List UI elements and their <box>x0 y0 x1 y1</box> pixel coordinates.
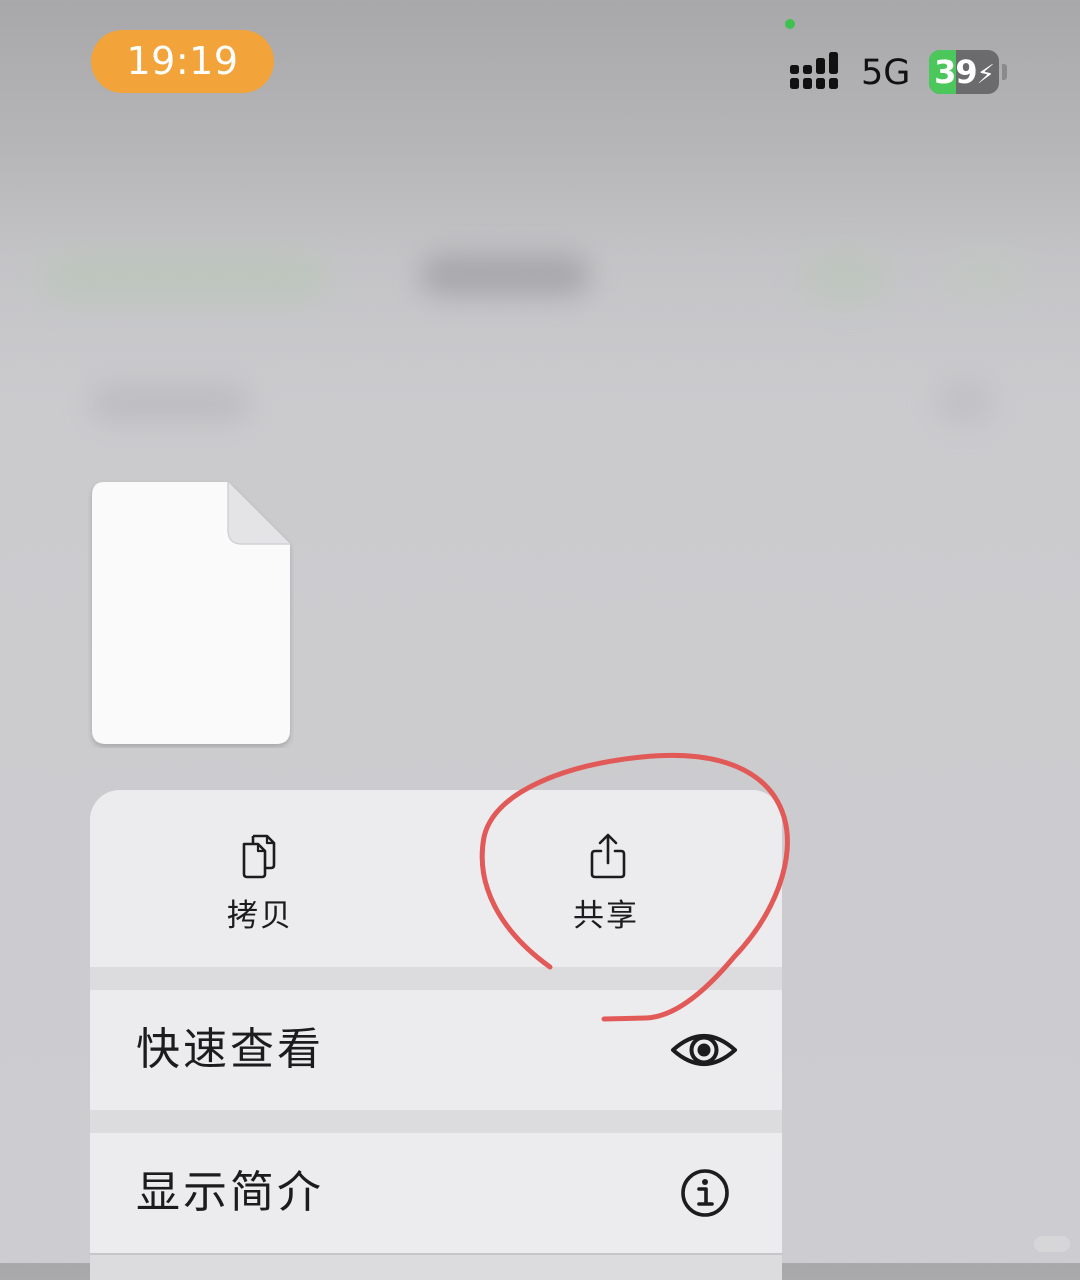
battery-cap <box>1002 64 1007 80</box>
charging-bolt-icon: ⚡ <box>976 60 995 90</box>
get-info-label: 显示简介 <box>136 1167 324 1218</box>
quick-look-item[interactable]: 快速查看 <box>90 990 782 1110</box>
blurred-nav-title <box>420 255 590 295</box>
cellular-signal-icon <box>790 52 838 89</box>
battery-body: 39⚡ <box>929 50 999 94</box>
blank-document-icon[interactable] <box>88 478 294 748</box>
copy-label: 拷贝 <box>227 898 293 934</box>
blurred-section-header <box>90 385 250 421</box>
watermark-badge <box>1034 1236 1070 1252</box>
blurred-nav-button <box>40 252 330 302</box>
battery-level-text: 39 <box>934 53 978 91</box>
menu-divider <box>90 1253 782 1255</box>
action-row: 拷贝 共享 <box>90 790 782 967</box>
battery-percentage: 39⚡ <box>929 50 999 94</box>
share-icon <box>590 833 626 879</box>
network-type-label: 5G <box>861 53 911 93</box>
quick-look-label: 快速查看 <box>136 1024 324 1075</box>
privacy-indicator-dot <box>785 19 795 29</box>
status-bar: 19:19 5G 39⚡ <box>0 0 1080 130</box>
blurred-nav-icon <box>945 252 1025 302</box>
share-button[interactable]: 共享 <box>436 790 776 967</box>
status-time[interactable]: 19:19 <box>91 30 274 93</box>
eye-icon <box>671 1034 737 1066</box>
get-info-item[interactable]: 显示简介 <box>90 1133 782 1253</box>
battery-charging-icon: 39⚡ <box>929 50 1009 94</box>
copy-icon <box>242 834 276 879</box>
context-menu: 拷贝 共享 快速查看 显示简介 <box>90 790 782 1280</box>
share-label: 共享 <box>573 898 639 934</box>
info-icon <box>681 1169 729 1217</box>
blurred-section-icon <box>935 380 995 424</box>
copy-button[interactable]: 拷贝 <box>90 790 430 967</box>
blurred-nav-icon <box>800 252 890 302</box>
